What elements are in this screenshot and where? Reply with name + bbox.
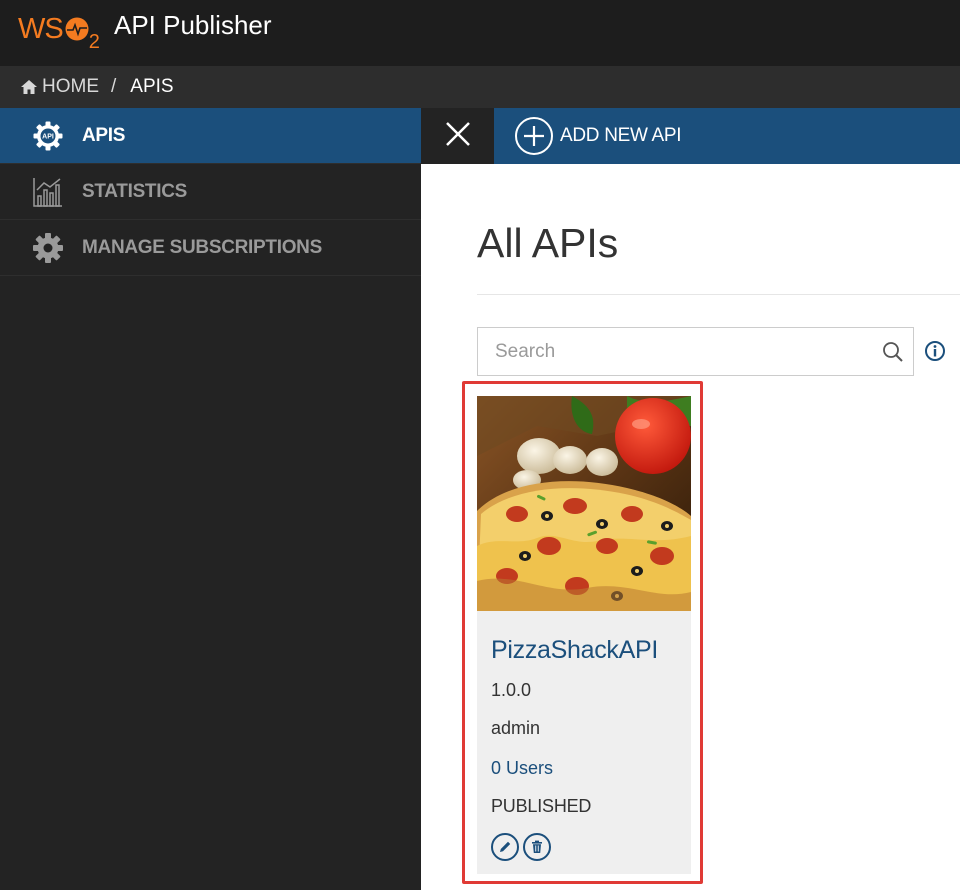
api-thumbnail[interactable]	[477, 396, 691, 611]
api-card[interactable]: PizzaShackAPI 1.0.0 admin 0 Users PUBLIS…	[477, 396, 691, 874]
gear-icon	[32, 232, 64, 264]
plus-circle-icon	[514, 116, 554, 156]
pencil-icon	[497, 839, 513, 855]
api-owner: admin	[491, 718, 541, 738]
breadcrumb-current: APIS	[130, 76, 174, 97]
breadcrumb-home[interactable]: HOME	[20, 76, 99, 98]
home-icon	[20, 79, 38, 95]
app-title: API Publisher	[114, 10, 272, 40]
api-version: 1.0.0	[491, 680, 532, 700]
sidebar-item-manage-subscriptions[interactable]: MANAGE SUBSCRIPTIONS	[0, 220, 421, 276]
add-new-api-label: ADD NEW API	[560, 125, 682, 146]
pizza-image	[477, 396, 691, 611]
breadcrumb: HOME / APIS	[0, 66, 960, 108]
add-new-api-button[interactable]: ADD NEW API	[514, 115, 682, 157]
info-icon[interactable]	[924, 340, 946, 362]
breadcrumb-separator: /	[111, 76, 117, 97]
trash-icon	[529, 839, 545, 855]
top-bar: WS 2 API Publisher	[0, 0, 960, 66]
bar-chart-icon	[32, 176, 64, 208]
search-icon[interactable]	[873, 328, 913, 375]
page-title: All APIs	[477, 220, 619, 266]
logo-ws-text: WS	[18, 13, 64, 45]
breadcrumb-home-label: HOME	[42, 76, 99, 97]
api-users-link[interactable]: 0 Users	[491, 758, 553, 779]
api-gear-icon: API	[32, 120, 64, 152]
edit-api-button[interactable]	[491, 833, 519, 861]
search-box	[477, 327, 914, 376]
sidebar: API APIS STATISTICS MANAGE SUBSCRIPTIONS	[0, 108, 421, 890]
sidebar-item-label: MANAGE SUBSCRIPTIONS	[82, 236, 322, 258]
title-divider	[477, 294, 960, 295]
sidebar-item-statistics[interactable]: STATISTICS	[0, 164, 421, 220]
api-status: PUBLISHED	[491, 796, 592, 816]
svg-text:API: API	[42, 133, 54, 140]
toolbar: ADD NEW API	[421, 108, 960, 164]
logo-pulse-icon	[64, 16, 90, 42]
logo-two-text: 2	[88, 31, 100, 53]
close-sidebar-button[interactable]	[421, 108, 494, 164]
api-name-link[interactable]: PizzaShackAPI	[491, 636, 658, 665]
close-icon	[444, 120, 472, 153]
sidebar-item-label: APIS	[82, 124, 126, 146]
sidebar-item-apis[interactable]: API APIS	[0, 108, 421, 164]
search-input[interactable]	[478, 328, 873, 375]
api-actions	[491, 833, 551, 861]
delete-api-button[interactable]	[523, 833, 551, 861]
sidebar-item-label: STATISTICS	[82, 180, 188, 202]
wso2-logo[interactable]: WS 2	[18, 8, 100, 52]
